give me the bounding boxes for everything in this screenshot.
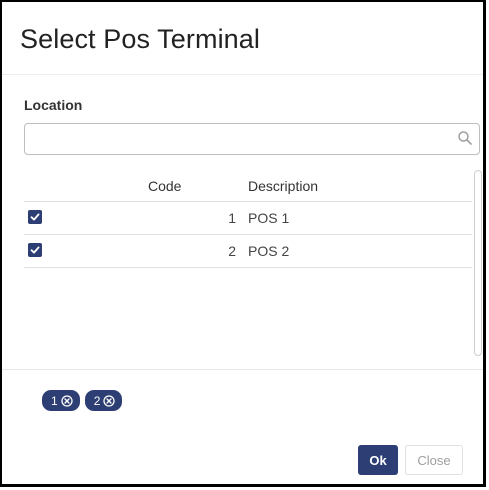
search-icon[interactable] (457, 130, 473, 146)
remove-icon[interactable] (103, 394, 116, 407)
table-row[interactable]: 1 POS 1 (24, 202, 472, 235)
selected-chip[interactable]: 2 (84, 390, 123, 411)
chip-label: 2 (93, 393, 101, 408)
dialog-title: Select Pos Terminal (20, 24, 261, 54)
selected-chip[interactable]: 1 (42, 390, 80, 411)
close-button[interactable]: Close (405, 445, 463, 475)
location-search-input[interactable] (24, 123, 480, 155)
select-pos-terminal-dialog: Select Pos Terminal Location Code Descri… (0, 0, 486, 487)
row-checkbox[interactable] (28, 210, 42, 224)
title-divider (2, 74, 483, 75)
cell-code: 1 (228, 210, 236, 226)
grid-header: Code Description (24, 170, 472, 202)
cell-description: POS 1 (248, 210, 290, 226)
table-row[interactable]: 2 POS 2 (24, 235, 472, 268)
cell-code: 2 (228, 243, 236, 259)
grid-scrollbar[interactable] (474, 170, 482, 356)
checkmark-icon (30, 246, 40, 254)
column-header-code[interactable]: Code (148, 178, 208, 194)
checkmark-icon (30, 213, 40, 221)
chip-label: 1 (51, 393, 58, 408)
remove-icon[interactable] (61, 394, 73, 407)
row-checkbox[interactable] (28, 243, 42, 257)
column-header-description[interactable]: Description (248, 178, 318, 194)
selected-chips: 1 2 (42, 390, 123, 411)
ok-button[interactable]: Ok (358, 445, 398, 475)
grid-divider (2, 369, 483, 370)
cell-description: POS 2 (248, 243, 290, 259)
location-label: Location (24, 97, 83, 113)
